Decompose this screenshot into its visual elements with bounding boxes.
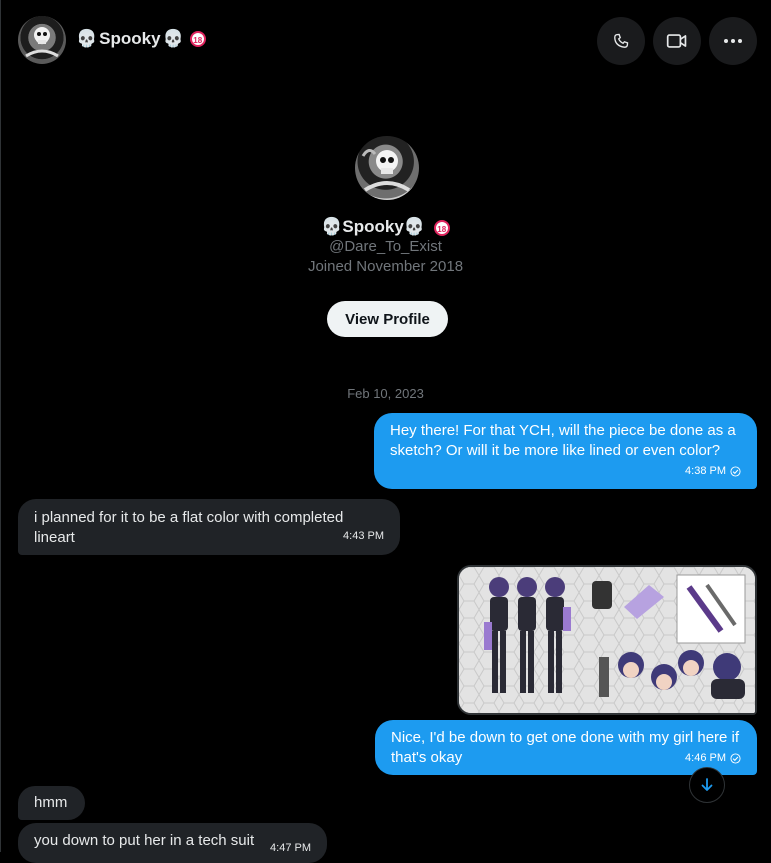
message-bubble-incoming[interactable]: you down to put her in a tech suit 4:47 … bbox=[18, 823, 327, 863]
more-icon bbox=[724, 39, 742, 43]
avatar[interactable] bbox=[18, 16, 66, 64]
message-text: Hey there! For that YCH, will the piece … bbox=[390, 422, 736, 459]
message-bubble-outgoing[interactable]: Hey there! For that YCH, will the piece … bbox=[374, 413, 757, 489]
message-text: hmm bbox=[34, 794, 68, 811]
video-call-button[interactable] bbox=[653, 17, 701, 65]
video-icon bbox=[666, 34, 687, 48]
age-18-badge-icon: 18 bbox=[189, 31, 206, 47]
skull-emoji-icon: 💀 bbox=[162, 29, 184, 49]
message-time: 4:47 PM bbox=[270, 842, 311, 854]
message-time: 4:46 PM bbox=[685, 752, 726, 764]
skull-emoji-icon: 💀 bbox=[321, 217, 343, 237]
age-18-badge-icon: 18 bbox=[433, 220, 450, 236]
skull-avatar-image bbox=[25, 27, 59, 58]
arrow-down-icon bbox=[701, 778, 713, 791]
seen-check-icon bbox=[730, 465, 741, 477]
phone-icon bbox=[614, 33, 629, 48]
message-time: 4:38 PM bbox=[685, 465, 726, 477]
message-timestamp: 4:38 PM bbox=[685, 461, 741, 481]
message-bubble-outgoing[interactable]: Nice, I'd be down to get one done with m… bbox=[375, 720, 757, 775]
message-text: you down to put her in a tech suit bbox=[34, 832, 255, 849]
skull-avatar-image bbox=[361, 149, 411, 192]
conversation-title[interactable]: 💀 Spooky 💀 18 bbox=[76, 29, 206, 49]
scroll-to-bottom-button[interactable] bbox=[689, 767, 725, 803]
message-bubble-incoming[interactable]: hmm bbox=[18, 786, 85, 820]
voice-call-button[interactable] bbox=[597, 17, 645, 65]
more-options-button[interactable] bbox=[709, 17, 757, 65]
profile-avatar[interactable] bbox=[355, 136, 419, 200]
message-text: i planned for it to be a flat color with… bbox=[34, 509, 344, 546]
message-timestamp: 4:46 PM bbox=[685, 748, 741, 768]
skull-emoji-icon: 💀 bbox=[76, 29, 98, 49]
profile-name-text: Spooky bbox=[342, 217, 404, 236]
view-profile-button[interactable]: View Profile bbox=[327, 301, 448, 337]
skull-emoji-icon: 💀 bbox=[403, 217, 425, 237]
profile-display-name: 💀Spooky💀 18 bbox=[0, 217, 771, 237]
profile-joined-date: Joined November 2018 bbox=[307, 258, 464, 275]
message-time: 4:43 PM bbox=[343, 530, 384, 542]
header-name-text: Spooky bbox=[99, 29, 161, 48]
conversation-header: 💀 Spooky 💀 18 bbox=[0, 0, 771, 82]
message-image-attachment[interactable] bbox=[457, 565, 757, 715]
message-bubble-incoming[interactable]: i planned for it to be a flat color with… bbox=[18, 499, 400, 555]
date-divider: Feb 10, 2023 bbox=[347, 386, 424, 401]
seen-check-icon bbox=[730, 752, 741, 764]
character-reference-sheet-image bbox=[459, 567, 755, 713]
profile-handle: @Dare_To_Exist bbox=[329, 238, 442, 255]
